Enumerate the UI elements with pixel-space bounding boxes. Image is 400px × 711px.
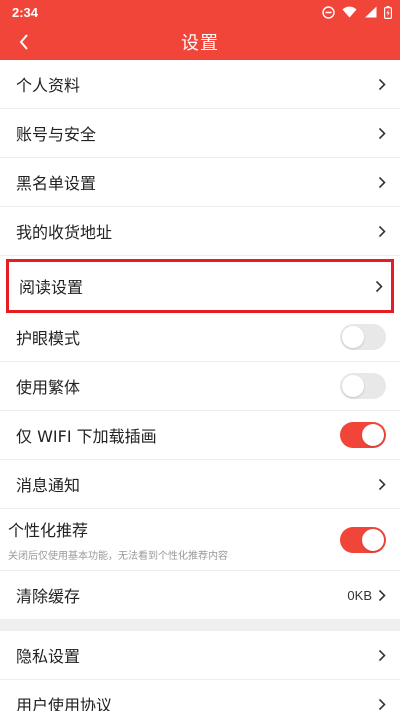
back-button[interactable] bbox=[12, 30, 36, 54]
cache-size: 0KB bbox=[347, 587, 372, 603]
setting-account-security[interactable]: 账号与安全 bbox=[0, 109, 400, 158]
setting-clear-cache[interactable]: 清除缓存 0KB bbox=[0, 571, 400, 620]
setting-reading[interactable]: 阅读设置 bbox=[6, 259, 394, 313]
wifi-icon bbox=[342, 6, 357, 18]
setting-label: 账号与安全 bbox=[16, 125, 97, 144]
setting-label: 使用繁体 bbox=[16, 378, 81, 397]
chevron-right-icon bbox=[378, 78, 386, 91]
setting-user-agreement[interactable]: 用户使用协议 bbox=[0, 680, 400, 711]
setting-label: 阅读设置 bbox=[19, 278, 84, 297]
chevron-right-icon bbox=[378, 176, 386, 189]
setting-personalized-recommendation: 个性化推荐 关闭后仅使用基本功能，无法看到个性化推荐内容 bbox=[0, 509, 400, 571]
toggle-knob bbox=[342, 326, 364, 348]
personalized-recommendation-toggle[interactable] bbox=[340, 526, 386, 553]
setting-notifications[interactable]: 消息通知 bbox=[0, 460, 400, 509]
chevron-right-icon bbox=[378, 698, 386, 711]
eye-protection-toggle[interactable] bbox=[340, 324, 386, 350]
status-bar: 2:34 bbox=[0, 0, 400, 24]
chevron-right-icon bbox=[378, 127, 386, 140]
page-title: 设置 bbox=[181, 33, 219, 54]
toggle-knob bbox=[362, 424, 384, 446]
do-not-disturb-icon bbox=[322, 5, 335, 19]
setting-label: 护眼模式 bbox=[16, 329, 81, 348]
setting-traditional-chinese: 使用繁体 bbox=[0, 362, 400, 411]
setting-label: 黑名单设置 bbox=[16, 174, 97, 193]
setting-wifi-illustrations: 仅 WIFI 下加载插画 bbox=[0, 411, 400, 460]
section-divider bbox=[0, 620, 400, 631]
battery-icon bbox=[384, 5, 392, 19]
setting-label: 消息通知 bbox=[16, 476, 81, 495]
setting-profile[interactable]: 个人资料 bbox=[0, 60, 400, 109]
setting-privacy[interactable]: 隐私设置 bbox=[0, 631, 400, 680]
chevron-right-icon bbox=[375, 280, 383, 293]
chevron-right-icon bbox=[378, 589, 386, 602]
personalized-texts: 个性化推荐 关闭后仅使用基本功能，无法看到个性化推荐内容 bbox=[8, 517, 228, 562]
wifi-illustrations-toggle[interactable] bbox=[340, 422, 386, 448]
setting-label: 个性化推荐 bbox=[8, 521, 89, 540]
setting-label: 清除缓存 bbox=[16, 587, 81, 606]
settings-list: 个人资料 账号与安全 黑名单设置 我的收货地址 阅读设置 护眼模式 使用繁体 仅… bbox=[0, 60, 400, 711]
setting-label: 我的收货地址 bbox=[16, 223, 113, 242]
status-icons bbox=[322, 5, 392, 19]
setting-label: 用户使用协议 bbox=[16, 696, 113, 711]
toggle-knob bbox=[362, 528, 384, 551]
setting-blacklist[interactable]: 黑名单设置 bbox=[0, 158, 400, 207]
signal-icon bbox=[365, 6, 377, 18]
traditional-chinese-toggle[interactable] bbox=[340, 373, 386, 399]
chevron-right-icon bbox=[378, 225, 386, 238]
setting-eye-protection: 护眼模式 bbox=[0, 313, 400, 362]
setting-label: 仅 WIFI 下加载插画 bbox=[16, 427, 157, 446]
chevron-right-icon bbox=[378, 649, 386, 662]
status-time: 2:34 bbox=[12, 4, 39, 20]
chevron-right-icon bbox=[378, 478, 386, 491]
setting-shipping-address[interactable]: 我的收货地址 bbox=[0, 207, 400, 256]
back-arrow-icon bbox=[19, 34, 28, 50]
setting-description: 关闭后仅使用基本功能，无法看到个性化推荐内容 bbox=[8, 551, 228, 562]
setting-label: 隐私设置 bbox=[16, 647, 81, 666]
title-bar: 设置 bbox=[0, 24, 400, 60]
setting-label: 个人资料 bbox=[16, 76, 81, 95]
toggle-knob bbox=[342, 375, 364, 397]
